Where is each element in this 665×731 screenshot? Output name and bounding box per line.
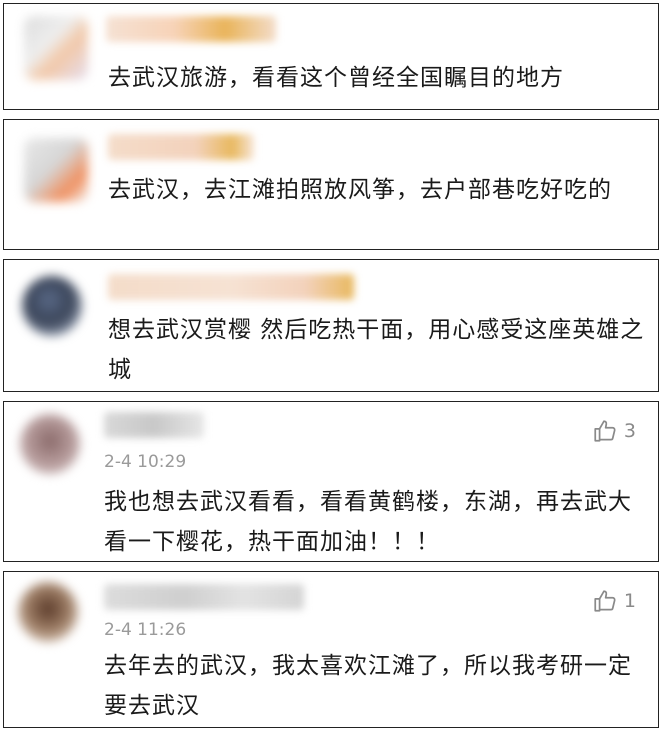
thumbs-up-icon xyxy=(594,590,616,612)
comment-text: 想去武汉赏樱 然后吃热干面，用心感受这座英雄之城 xyxy=(108,317,645,383)
comment-text: 去年去的武汉，我太喜欢江滩了，所以我考研一定要去武汉 xyxy=(104,653,632,719)
avatar[interactable] xyxy=(20,414,80,474)
username[interactable] xyxy=(108,274,354,300)
avatar[interactable] xyxy=(24,16,88,80)
comment-time: 2-4 10:29 xyxy=(104,452,187,472)
like-button[interactable]: 1 xyxy=(592,588,636,614)
comment-text: 去武汉，去江滩拍照放风筝，去户部巷吃好吃的 xyxy=(108,177,612,203)
thumbs-up-icon xyxy=(594,420,616,442)
comment-time: 2-4 11:26 xyxy=(104,620,187,640)
avatar[interactable] xyxy=(22,276,82,336)
comment-text: 去武汉旅游，看看这个曾经全国瞩目的地方 xyxy=(108,65,564,91)
comment-text: 我也想去武汉看看，看看黄鹤楼，东湖，再去武大看一下樱花，热干面加油！！！ xyxy=(104,489,632,555)
comment-card: 2-4 10:29 3 我也想去武汉看看，看看黄鹤楼，东湖，再去武大看一下樱花，… xyxy=(3,401,659,562)
like-count: 1 xyxy=(623,590,636,612)
username[interactable] xyxy=(104,584,304,610)
username[interactable] xyxy=(106,16,276,42)
avatar[interactable] xyxy=(18,582,78,642)
comment-card: 去武汉，去江滩拍照放风筝，去户部巷吃好吃的 xyxy=(3,119,659,250)
avatar[interactable] xyxy=(24,138,88,202)
username[interactable] xyxy=(104,412,204,438)
like-button[interactable]: 3 xyxy=(592,418,636,444)
comment-card: 想去武汉赏樱 然后吃热干面，用心感受这座英雄之城 xyxy=(3,259,659,392)
comment-card: 去武汉旅游，看看这个曾经全国瞩目的地方 xyxy=(3,3,659,110)
username[interactable] xyxy=(108,134,254,160)
comment-card: 2-4 11:26 1 去年去的武汉，我太喜欢江滩了，所以我考研一定要去武汉 xyxy=(3,571,659,728)
like-count: 3 xyxy=(623,420,636,442)
